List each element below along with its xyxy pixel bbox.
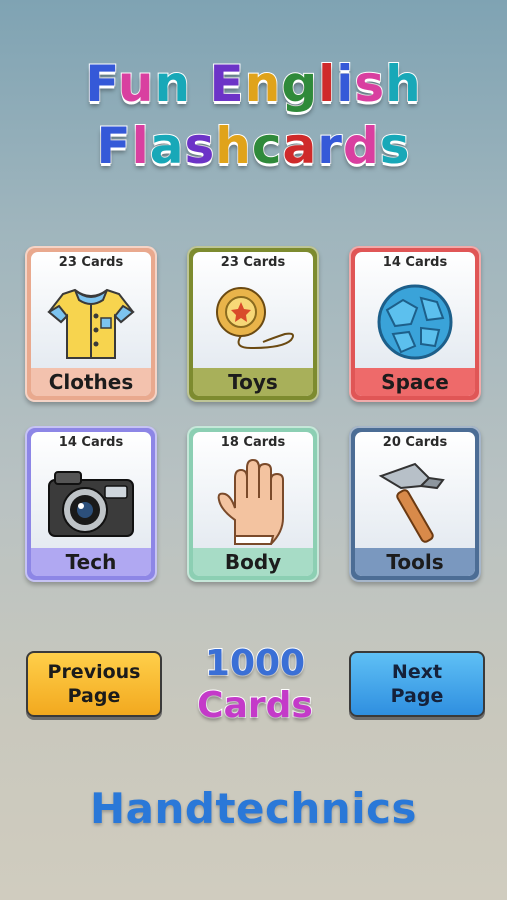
card-face: 20 Cards Tools bbox=[355, 432, 475, 576]
shirt-icon bbox=[31, 278, 151, 366]
category-card-tools[interactable]: 20 Cards Tools bbox=[349, 426, 481, 582]
yoyo-icon bbox=[193, 278, 313, 366]
category-card-toys[interactable]: 23 Cards Toys bbox=[187, 246, 319, 402]
card-count: 18 Cards bbox=[220, 435, 286, 450]
card-count: 14 Cards bbox=[58, 435, 124, 450]
category-card-body[interactable]: 18 Cards Body bbox=[187, 426, 319, 582]
card-face: 23 Cards Toys bbox=[193, 252, 313, 396]
card-count: 23 Cards bbox=[220, 255, 286, 270]
total-cards-word: Cards bbox=[196, 684, 314, 727]
previous-page-button[interactable]: Previous Page bbox=[26, 651, 162, 717]
total-cards-display: 1000 Cards bbox=[190, 642, 320, 727]
card-label: Tools bbox=[355, 548, 475, 576]
next-button-label-line1: Next bbox=[391, 661, 443, 683]
brand-footer: Handtechnics bbox=[89, 784, 417, 833]
card-label: Clothes bbox=[31, 368, 151, 396]
category-card-clothes[interactable]: 23 Cards Clothes bbox=[25, 246, 157, 402]
card-face: 14 Cards Space bbox=[355, 252, 475, 396]
card-face: 18 Cards Body bbox=[193, 432, 313, 576]
planet-icon bbox=[355, 278, 475, 366]
card-label: Body bbox=[193, 548, 313, 576]
card-count: 14 Cards bbox=[382, 255, 448, 270]
total-cards-number: 1000 bbox=[204, 642, 306, 685]
card-count: 23 Cards bbox=[58, 255, 124, 270]
app-title: Fun English Flashcards bbox=[0, 54, 507, 179]
card-face: 14 Cards Tech bbox=[31, 432, 151, 576]
next-button-label-line2: Page bbox=[390, 685, 444, 707]
next-page-button[interactable]: Next Page bbox=[349, 651, 485, 717]
app-title-line1: Fun English bbox=[84, 54, 422, 114]
previous-button-label-line2: Page bbox=[67, 685, 121, 707]
card-label: Tech bbox=[31, 548, 151, 576]
card-count: 20 Cards bbox=[382, 435, 448, 450]
previous-button-label-line1: Previous bbox=[47, 661, 141, 683]
app-title-line2: Flashcards bbox=[95, 116, 411, 176]
card-label: Toys bbox=[193, 368, 313, 396]
card-label: Space bbox=[355, 368, 475, 396]
camera-icon bbox=[31, 458, 151, 546]
category-card-tech[interactable]: 14 Cards Tech bbox=[25, 426, 157, 582]
category-card-space[interactable]: 14 Cards Space bbox=[349, 246, 481, 402]
card-face: 23 Cards Clothes bbox=[31, 252, 151, 396]
hammer-icon bbox=[355, 458, 475, 546]
hand-icon bbox=[193, 458, 313, 546]
